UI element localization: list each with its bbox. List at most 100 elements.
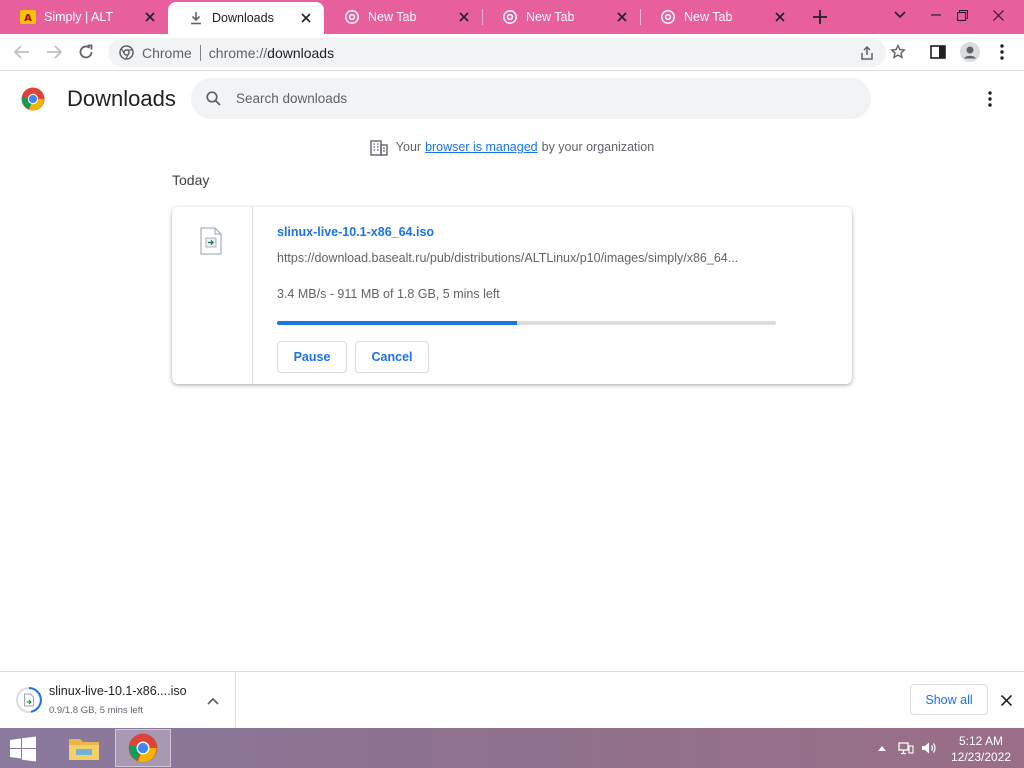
network-icon[interactable] — [898, 740, 914, 756]
volume-icon[interactable] — [921, 740, 937, 756]
tab-title: New Tab — [684, 10, 733, 24]
progress-fill — [277, 321, 517, 325]
close-icon[interactable] — [614, 9, 630, 25]
more-vert-icon — [988, 91, 992, 107]
tab-new-tab-1[interactable]: New Tab — [324, 0, 482, 34]
back-button[interactable] — [10, 40, 34, 64]
shelf-download-item[interactable]: slinux-live-10.1-x86....iso 0.9/1.8 GB, … — [0, 672, 236, 728]
chrome-icon — [660, 9, 676, 25]
windows-logo-icon — [10, 736, 36, 762]
tab-new-tab-2[interactable]: New Tab — [482, 0, 640, 34]
chevron-up-icon[interactable] — [204, 692, 222, 710]
reload-button[interactable] — [74, 40, 98, 64]
bookmark-button[interactable] — [886, 40, 910, 64]
show-all-button[interactable]: Show all — [910, 684, 988, 715]
managed-suffix: by your organization — [541, 140, 655, 154]
download-item-card: slinux-live-10.1-x86_64.iso https://down… — [172, 207, 852, 384]
download-icon — [188, 10, 204, 26]
show-hidden-icons-button[interactable] — [874, 740, 890, 756]
new-tab-button[interactable] — [810, 7, 830, 27]
svg-text:A: A — [24, 13, 32, 24]
download-source-url[interactable]: https://download.basealt.ru/pub/distribu… — [277, 251, 777, 265]
tab-simply-alt[interactable]: A Simply | ALT — [0, 0, 168, 34]
managed-prefix: Your — [395, 140, 422, 154]
arrow-left-icon — [14, 45, 29, 59]
tab-title: New Tab — [526, 10, 575, 24]
download-shelf: slinux-live-10.1-x86....iso 0.9/1.8 GB, … — [0, 671, 1024, 728]
taskbar-file-explorer[interactable] — [56, 729, 112, 767]
download-progress-bar — [277, 321, 776, 325]
chrome-icon — [502, 9, 518, 25]
restore-button[interactable] — [946, 0, 978, 30]
minimize-icon — [931, 14, 941, 16]
star-icon — [890, 44, 906, 59]
chrome-icon — [344, 9, 360, 25]
url-path: downloads — [267, 44, 335, 61]
reload-icon — [79, 44, 93, 59]
toolbar: Chrome chrome:// downloads — [0, 34, 1024, 71]
search-downloads[interactable] — [191, 78, 871, 119]
share-icon[interactable] — [858, 44, 876, 62]
system-clock[interactable]: 5:12 AM 12/23/2022 — [946, 733, 1016, 765]
alt-linux-icon: A — [20, 9, 36, 25]
shelf-file-name: slinux-live-10.1-x86....iso — [49, 684, 187, 698]
file-icon — [200, 227, 222, 255]
search-input[interactable] — [236, 91, 836, 106]
caret-up-icon — [878, 745, 886, 751]
more-vert-icon — [1000, 44, 1004, 60]
start-button[interactable] — [9, 736, 37, 762]
page-title: Downloads — [67, 86, 176, 111]
folder-icon — [69, 739, 99, 760]
close-icon[interactable] — [772, 9, 788, 25]
side-panel-button[interactable] — [926, 40, 950, 64]
tab-title: Simply | ALT — [44, 10, 114, 24]
clock-date: 12/23/2022 — [950, 750, 1012, 764]
arrow-right-icon — [47, 45, 62, 59]
tab-downloads[interactable]: Downloads — [168, 2, 324, 34]
cancel-button[interactable]: Cancel — [355, 341, 429, 373]
close-icon — [992, 9, 1004, 21]
taskbar-chrome[interactable] — [115, 729, 171, 767]
downloads-header: Downloads — [0, 72, 1024, 126]
search-icon — [204, 90, 222, 108]
close-icon[interactable] — [456, 9, 472, 25]
building-icon — [370, 138, 388, 156]
restore-icon — [956, 9, 968, 21]
pause-button[interactable]: Pause — [277, 341, 347, 373]
profile-button[interactable] — [958, 40, 982, 64]
close-icon[interactable] — [142, 9, 158, 25]
url-scheme: chrome:// — [208, 44, 268, 61]
managed-link[interactable]: browser is managed — [425, 140, 538, 154]
chrome-logo-icon — [21, 87, 45, 111]
menu-button[interactable] — [990, 40, 1014, 64]
download-status: 3.4 MB/s - 911 MB of 1.8 GB, 5 mins left — [277, 287, 500, 301]
clock-time: 5:12 AM — [958, 734, 1004, 748]
shelf-file-status: 0.9/1.8 GB, 5 mins left — [49, 705, 143, 716]
forward-button[interactable] — [42, 40, 66, 64]
address-bar[interactable]: Chrome chrome:// downloads — [108, 38, 886, 67]
close-icon[interactable] — [298, 10, 314, 26]
chevron-down-icon — [894, 11, 906, 19]
download-progress-ring-icon — [16, 686, 42, 714]
chrome-icon — [118, 45, 134, 61]
taskbar: 5:12 AM 12/23/2022 — [0, 728, 1024, 768]
site-label: Chrome — [142, 44, 192, 61]
close-window-button[interactable] — [982, 0, 1014, 30]
plus-icon — [813, 10, 827, 24]
side-panel-icon — [930, 45, 946, 59]
downloads-menu-button[interactable] — [980, 88, 1000, 110]
chrome-icon — [128, 733, 158, 763]
tab-new-tab-3[interactable]: New Tab — [640, 0, 798, 34]
close-shelf-button[interactable] — [996, 690, 1016, 710]
close-icon — [1000, 694, 1012, 706]
tab-title: Downloads — [212, 11, 274, 25]
tab-title: New Tab — [368, 10, 417, 24]
tab-strip: A Simply | ALT Downloads New Tab New Tab — [0, 0, 1024, 34]
managed-notice: Your browser is managed by your organiza… — [0, 138, 1024, 156]
date-section-heading: Today — [172, 172, 210, 188]
download-file-link[interactable]: slinux-live-10.1-x86_64.iso — [277, 225, 434, 239]
tab-search-button[interactable] — [884, 0, 916, 30]
avatar-icon — [960, 42, 980, 62]
divider — [199, 44, 201, 61]
file-icon-column — [172, 207, 253, 384]
